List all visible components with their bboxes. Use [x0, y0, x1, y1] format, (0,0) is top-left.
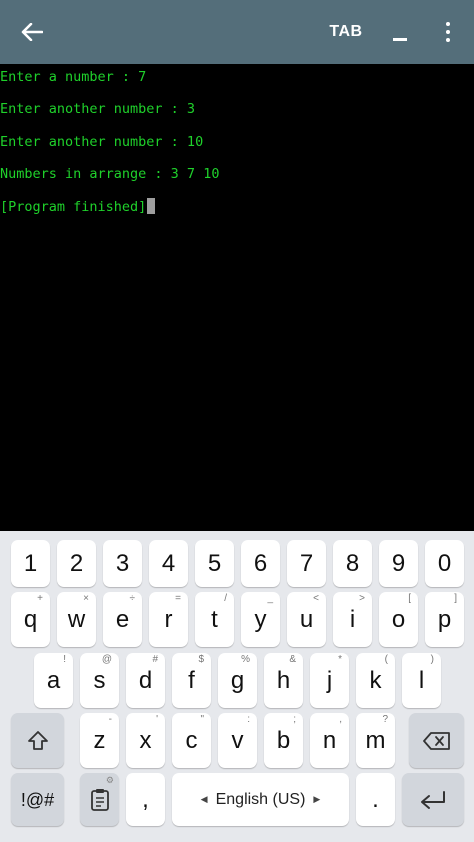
key-5[interactable]: 5	[195, 540, 234, 587]
key-a[interactable]: ! a	[34, 653, 73, 708]
key-d[interactable]: # d	[126, 653, 165, 708]
shift-arrow-icon	[27, 730, 48, 750]
triangle-right-icon: ▶	[313, 794, 321, 804]
key-n[interactable]: ,n	[310, 713, 349, 768]
key-y[interactable]: _ y	[241, 592, 280, 647]
key-l[interactable]: ) l	[402, 653, 441, 708]
symbols-key[interactable]: !@#	[11, 773, 64, 826]
key-6[interactable]: 6	[241, 540, 280, 587]
console-line-with-cursor: [Program finished]	[0, 198, 156, 216]
gear-icon: ⚙	[105, 775, 114, 785]
key-9[interactable]: 9	[379, 540, 418, 587]
shift-key[interactable]	[11, 713, 64, 768]
period-key[interactable]: .	[356, 773, 395, 826]
console-line: [Program finished]	[0, 199, 147, 215]
key-t[interactable]: / t	[195, 592, 234, 647]
more-vertical-icon[interactable]	[436, 18, 460, 46]
triangle-left-icon: ◀	[200, 794, 208, 804]
space-bar[interactable]: ◀ English (US) ▶	[172, 773, 349, 826]
backspace-icon	[422, 731, 450, 750]
key-x[interactable]: ' x	[126, 713, 165, 768]
key-p[interactable]: ] p	[425, 592, 464, 647]
key-j[interactable]: * j	[310, 653, 349, 708]
key-4[interactable]: 4	[149, 540, 188, 587]
key-u[interactable]: < u	[287, 592, 326, 647]
key-8[interactable]: 8	[333, 540, 372, 587]
key-s[interactable]: @ s	[80, 653, 119, 708]
clipboard-icon	[90, 788, 109, 811]
key-w[interactable]: × w	[57, 592, 96, 647]
console-line: Enter a number : 7	[0, 69, 147, 85]
console-line: Enter another number : 10	[0, 134, 204, 150]
key-b[interactable]: ; b	[264, 713, 303, 768]
key-k[interactable]: (k	[356, 653, 395, 708]
soft-keyboard: 1 2 3 4 5 6 7 8 9 0 + q × w ÷ e = r / t _ y < u…	[0, 531, 474, 842]
key-h[interactable]: & h	[264, 653, 303, 708]
key-e[interactable]: ÷ e	[103, 592, 142, 647]
key-3[interactable]: 3	[103, 540, 142, 587]
key-f[interactable]: $ f	[172, 653, 211, 708]
minimize-icon[interactable]	[386, 18, 414, 46]
enter-key[interactable]	[402, 773, 464, 826]
console-line: Enter another number : 3	[0, 101, 196, 117]
key-o[interactable]: [o	[379, 592, 418, 647]
key-7[interactable]: 7	[287, 540, 326, 587]
key-m[interactable]: ? m	[356, 713, 395, 768]
backspace-key[interactable]	[409, 713, 464, 768]
key-g[interactable]: % g	[218, 653, 257, 708]
key-r[interactable]: = r	[149, 592, 188, 647]
console-line: Numbers in arrange : 3 7 10	[0, 166, 220, 182]
tab-button[interactable]: TAB	[322, 18, 370, 46]
key-v[interactable]: :v	[218, 713, 257, 768]
clipboard-key[interactable]: ⚙	[80, 773, 119, 826]
key-z[interactable]: -z	[80, 713, 119, 768]
arrow-left-icon[interactable]	[14, 16, 50, 48]
key-2[interactable]: 2	[57, 540, 96, 587]
key-q[interactable]: + q	[11, 592, 50, 647]
key-i[interactable]: > i	[333, 592, 372, 647]
enter-arrow-icon	[421, 790, 445, 809]
text-cursor	[147, 198, 156, 214]
terminal-output[interactable]: Enter a number : 7 Enter another number …	[0, 64, 474, 531]
key-c[interactable]: " c	[172, 713, 211, 768]
comma-key[interactable]: ,	[126, 773, 165, 826]
app-bar: TAB	[0, 0, 474, 64]
key-0[interactable]: 0	[425, 540, 464, 587]
key-1[interactable]: 1	[11, 540, 50, 587]
